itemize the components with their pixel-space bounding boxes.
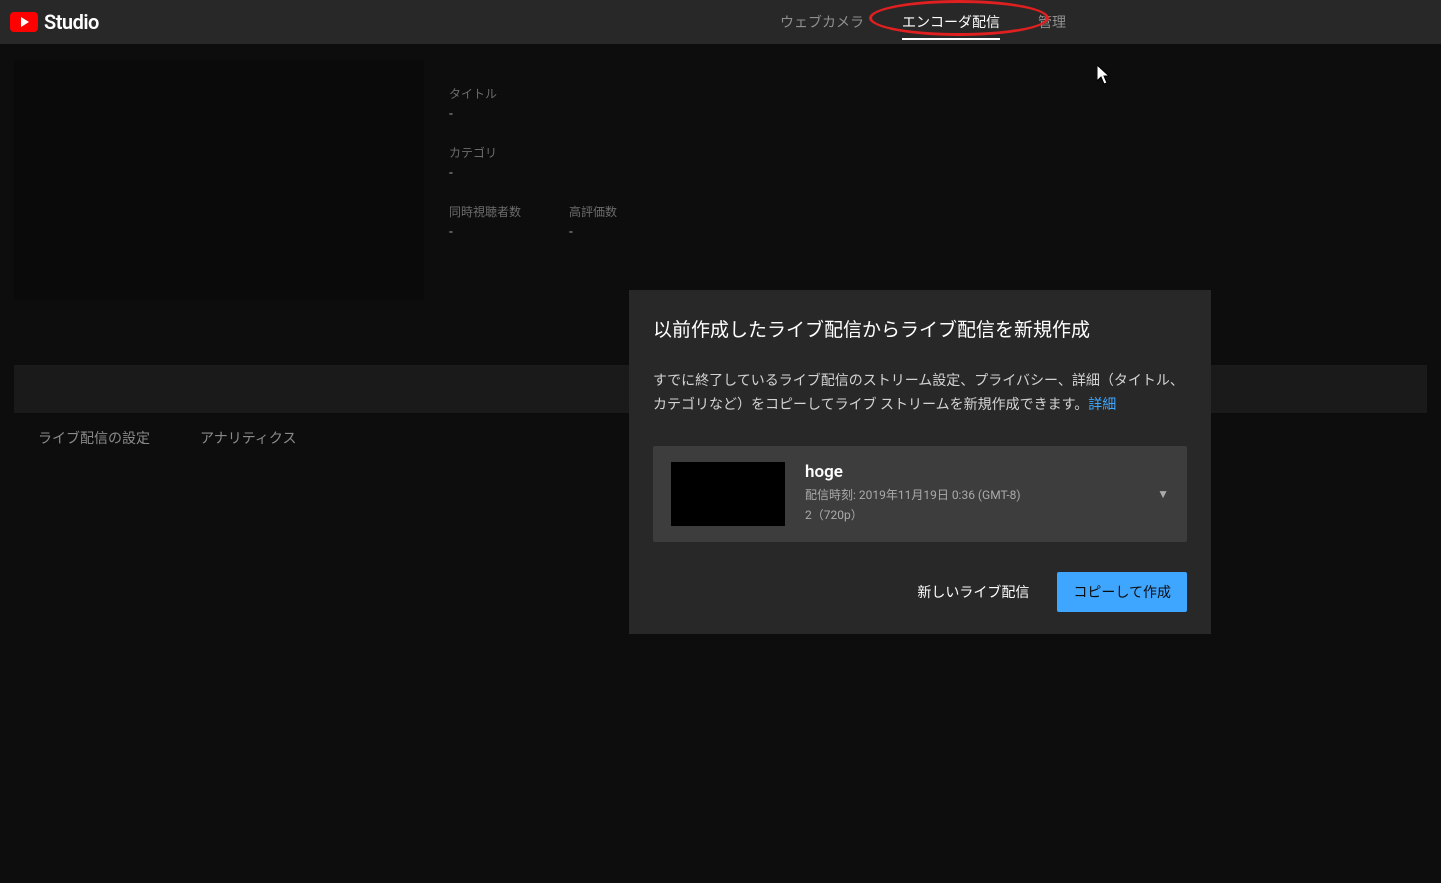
chevron-down-icon: ▼ [1157, 487, 1169, 501]
category-label: カテゴリ [449, 144, 639, 161]
title-value: - [449, 106, 639, 122]
tab-webcam[interactable]: ウェブカメラ [780, 0, 864, 44]
play-icon [21, 17, 29, 27]
nav-tabs: ウェブカメラ エンコーダ配信 管理 [780, 0, 1066, 44]
cursor-icon [1097, 65, 1113, 85]
video-preview [14, 60, 424, 300]
previous-stream-card[interactable]: hoge 配信時刻: 2019年11月19日 0:36 (GMT-8) 2（72… [653, 446, 1187, 542]
stream-title: hoge [805, 462, 1137, 482]
tab-manage[interactable]: 管理 [1038, 0, 1066, 44]
stream-info-panel: タイトル - カテゴリ - 同時視聴者数 - 高評価数 - [449, 85, 639, 262]
logo[interactable]: Studio [10, 10, 99, 34]
stream-quality: 2（720p） [805, 506, 1137, 525]
copy-create-button[interactable]: コピーして作成 [1057, 572, 1187, 612]
tab-encoder[interactable]: エンコーダ配信 [902, 0, 1000, 44]
app-header: Studio [0, 0, 1441, 44]
sub-tab-analytics[interactable]: アナリティクス [200, 428, 296, 448]
viewers-value: - [449, 224, 521, 240]
stream-thumbnail [671, 462, 785, 526]
stream-info: hoge 配信時刻: 2019年11月19日 0:36 (GMT-8) 2（72… [805, 462, 1137, 524]
sub-tabs: ライブ配信の設定 アナリティクス [38, 428, 296, 448]
detail-link[interactable]: 詳細 [1088, 397, 1116, 413]
modal-actions: 新しいライブ配信 コピーして作成 [653, 572, 1187, 612]
likes-label: 高評価数 [569, 203, 639, 220]
sub-tab-settings[interactable]: ライブ配信の設定 [38, 428, 150, 448]
viewers-label: 同時視聴者数 [449, 203, 521, 220]
new-stream-button[interactable]: 新しいライブ配信 [917, 582, 1029, 602]
title-label: タイトル [449, 85, 639, 102]
copy-stream-modal: 以前作成したライブ配信からライブ配信を新規作成 すでに終了しているライブ配信のス… [629, 290, 1211, 634]
youtube-icon [10, 12, 38, 32]
studio-label: Studio [44, 10, 99, 34]
likes-value: - [569, 224, 639, 240]
modal-description: すでに終了しているライブ配信のストリーム設定、プライバシー、詳細（タイトル、カテ… [653, 370, 1187, 418]
category-value: - [449, 165, 639, 181]
modal-title: 以前作成したライブ配信からライブ配信を新規作成 [653, 315, 1187, 342]
stream-broadcast-time: 配信時刻: 2019年11月19日 0:36 (GMT-8) [805, 486, 1137, 505]
